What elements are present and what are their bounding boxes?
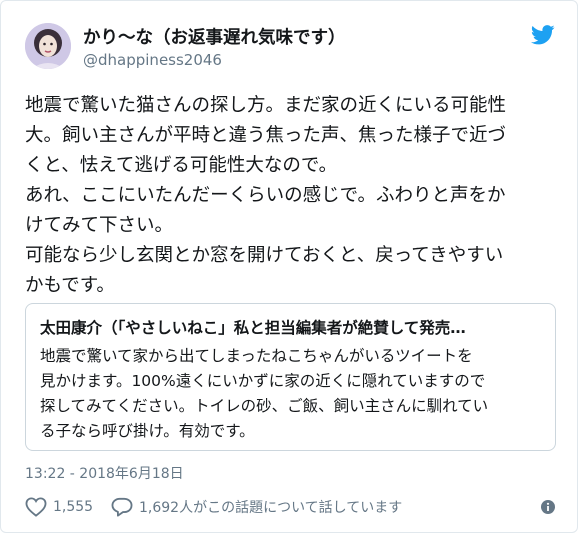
display-name[interactable]: かり〜な（お返事遅れ気味です） <box>83 24 346 49</box>
tweet-timestamp[interactable]: 13:22 - 2018年6月18日 <box>25 463 184 483</box>
user-handle[interactable]: @dhappiness2046 <box>83 51 222 69</box>
tweet-line: 大。飼い主さんが平時と違う焦った声、焦った様子で近づ <box>25 125 507 146</box>
avatar[interactable] <box>25 23 71 69</box>
avatar-image <box>25 23 71 69</box>
tweet-line: あれ、ここにいたんだーくらいの感じで。ふわりと声をか <box>25 185 506 206</box>
speech-bubble-icon <box>111 497 133 517</box>
heart-icon <box>25 497 47 517</box>
info-icon[interactable] <box>541 499 555 514</box>
tweet-line: くと、怯えて逃げる可能性大なので。 <box>25 155 338 176</box>
quoted-tweet-text: 地震で驚いて家から出てしまったねこちゃんがいるツイートを 見かけます。100%遠… <box>40 344 545 444</box>
quoted-tweet-line: 見かけます。100%遠くにいかずに家の近くに隠れていますので <box>40 372 486 390</box>
conversation-count: 1,692人がこの話題について話しています <box>139 500 403 516</box>
like-count: 1,555 <box>53 499 94 515</box>
tweet-header: かり〜な（お返事遅れ気味です） @dhappiness2046 <box>25 23 557 75</box>
tweet-text: 地震で驚いた猫さんの探し方。まだ家の近くにいる可能性 大。飼い主さんが平時と違う… <box>25 91 557 301</box>
like-button[interactable]: 1,555 <box>25 495 93 519</box>
reply-button[interactable]: 1,692人がこの話題について話しています <box>111 495 402 519</box>
tweet-line: けてみて下さい。 <box>25 215 174 236</box>
quoted-tweet[interactable]: 太田康介（「やさしいねこ」私と担当編集者が絶賛して発売… 地震で驚いて家から出て… <box>25 303 556 451</box>
twitter-bird-icon[interactable] <box>530 25 555 45</box>
tweet-line: 可能なら少し玄関とか窓を開けておくと、戻ってきやすい <box>25 245 504 266</box>
quoted-tweet-author: 太田康介（「やさしいねこ」私と担当編集者が絶賛して発売… <box>40 319 466 337</box>
tweet-line: かもです。 <box>25 275 115 296</box>
tweet-line: 地震で驚いた猫さんの探し方。まだ家の近くにいる可能性 <box>25 95 507 116</box>
tweet-card: かり〜な（お返事遅れ気味です） @dhappiness2046 地震で驚いた猫さ… <box>0 0 578 533</box>
quoted-tweet-line: 探してみてください。トイレの砂、ご飯、飼い主さんに馴れてい <box>40 397 489 415</box>
quoted-tweet-line: る子なら呼び掛け。有効です。 <box>40 422 255 440</box>
tweet-actions: 1,555 1,692人がこの話題について話しています <box>25 495 557 521</box>
quoted-tweet-line: 地震で驚いて家から出てしまったねこちゃんがいるツイートを <box>40 347 473 365</box>
